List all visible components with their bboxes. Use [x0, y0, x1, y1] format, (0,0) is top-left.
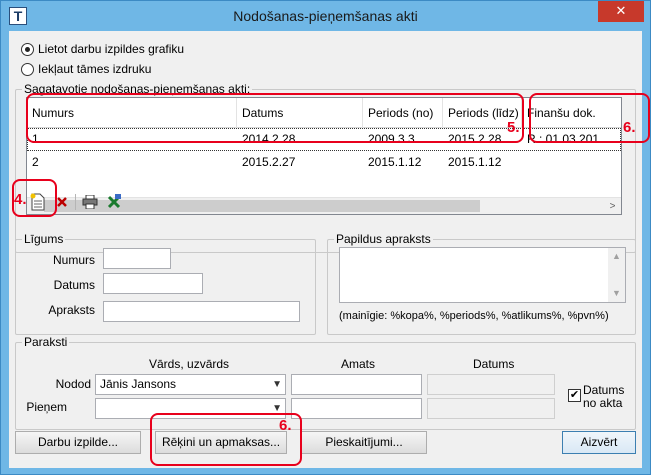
chevron-down-icon: ▼	[272, 379, 282, 390]
annotation-label-6-bottom: 6.	[279, 417, 292, 434]
cell-datums: 2015.2.27	[242, 155, 296, 169]
excel-export-icon[interactable]	[105, 193, 123, 211]
cell-finansu-dok	[522, 151, 621, 174]
annotation-label-6-top: 6.	[623, 119, 636, 136]
dialog-client: Lietot darbu izpildes grafiku Iekļaut tā…	[9, 31, 650, 468]
print-icon[interactable]	[81, 193, 99, 211]
nodod-datums-field	[427, 374, 555, 395]
radio-off-icon	[21, 62, 34, 76]
cell-periods-no: 2015.1.12	[368, 155, 422, 169]
dialog-window: T Nodošanas-pieņemšanas akti ✕ Lietot da…	[0, 0, 651, 475]
papildus-group-title: Papildus apraksts	[334, 232, 433, 246]
radio-use-schedule[interactable]: Lietot darbu izpildes grafiku	[21, 42, 184, 56]
ligums-group-title: Līgums	[22, 232, 66, 246]
memo-vertical-scrollbar[interactable]: ▲ ▼	[608, 248, 625, 302]
darbu-izpilde-button[interactable]: Darbu izpilde...	[15, 431, 141, 454]
pienem-amats-field[interactable]	[291, 398, 422, 419]
nodod-name-select[interactable]: Jānis Jansons ▼	[95, 374, 286, 395]
annotation-label-5: 5.	[507, 119, 520, 136]
annotation-label-4: 4.	[14, 191, 27, 208]
ligums-apraksts-label: Apraksts	[48, 303, 95, 317]
aizvert-button[interactable]: Aizvērt	[562, 431, 636, 454]
ligums-datums-label: Datums	[53, 278, 95, 292]
ligums-datums-field[interactable]	[103, 273, 203, 294]
paraksti-group-title: Paraksti	[22, 335, 70, 349]
radio-on-icon	[21, 42, 34, 56]
toolbar-separator	[75, 194, 76, 210]
col-datums-header: Datums	[473, 357, 515, 371]
scroll-up-icon[interactable]: ▲	[608, 248, 625, 265]
close-button[interactable]: ✕	[598, 1, 644, 22]
scroll-right-icon[interactable]: >	[604, 198, 621, 214]
cell-numurs: 2	[32, 155, 39, 169]
nodod-name-value: Jānis Jansons	[100, 377, 177, 391]
radio-include-estimate-label: Iekļaut tāmes izdruku	[38, 62, 152, 76]
annotation-box-5	[26, 93, 524, 143]
nodod-label: Nodod	[55, 377, 91, 391]
scroll-down-icon[interactable]: ▼	[608, 285, 625, 302]
radio-include-estimate[interactable]: Iekļaut tāmes izdruku	[21, 62, 151, 76]
col-vards-uzvards: Vārds, uzvārds	[149, 357, 230, 371]
title-bar[interactable]: T Nodošanas-pieņemšanas akti ✕	[1, 1, 650, 31]
window-title: Nodošanas-pieņemšanas akti	[233, 8, 418, 24]
cell-periods-lidz: 2015.1.12	[448, 155, 502, 169]
papildus-apraksts-field[interactable]: ▲ ▼	[339, 247, 626, 303]
ligums-numurs-label: Numurs	[52, 253, 95, 267]
pienem-label: Pieņem	[26, 400, 67, 414]
pieskaitijumi-button[interactable]: Pieskaitījumi...	[301, 431, 427, 454]
pienem-datums-field	[427, 398, 555, 419]
radio-use-schedule-label: Lietot darbu izpildes grafiku	[38, 42, 185, 56]
datums-no-akta-label: Datums no akta	[583, 383, 625, 410]
papildus-hint: (mainīgie: %kopa%, %periods%, %atlikums%…	[339, 310, 609, 322]
table-row[interactable]: 2 2015.2.27 2015.1.12 2015.1.12	[27, 151, 621, 174]
ligums-numurs-field[interactable]	[103, 248, 171, 269]
nodod-amats-field[interactable]	[291, 374, 422, 395]
ligums-apraksts-field[interactable]	[103, 301, 300, 322]
col-amats: Amats	[341, 357, 376, 371]
datums-no-akta-checkbox[interactable]: ✔	[568, 389, 581, 402]
